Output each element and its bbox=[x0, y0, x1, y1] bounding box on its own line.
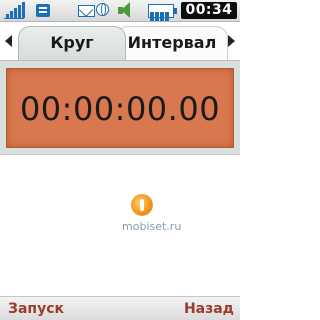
signal-icon bbox=[4, 2, 26, 19]
tab-bar: Круг Интервал bbox=[0, 23, 240, 60]
back-button[interactable]: Назад bbox=[184, 299, 234, 319]
softkey-bar: Запуск Назад bbox=[0, 296, 240, 320]
timer-value: 00:00:00.00 bbox=[19, 90, 221, 128]
tab-interval[interactable]: Интервал bbox=[116, 26, 228, 60]
status-bar: 00:34 bbox=[0, 0, 240, 22]
tab-lap[interactable]: Круг bbox=[18, 26, 126, 60]
sim-icon bbox=[36, 4, 50, 17]
timer-display: 00:00:00.00 bbox=[6, 68, 234, 148]
speaker-icon bbox=[118, 2, 134, 19]
right-arrow-icon[interactable] bbox=[228, 35, 235, 47]
clock: 00:34 bbox=[181, 2, 237, 19]
left-arrow-icon[interactable] bbox=[5, 35, 12, 47]
stopwatch-panel: 00:00:00.00 bbox=[0, 60, 240, 155]
watermark-text: mobiset.ru bbox=[122, 220, 182, 233]
watermark-logo-icon bbox=[131, 194, 153, 216]
globe-icon bbox=[96, 3, 109, 16]
lap-list-area bbox=[0, 156, 240, 296]
message-icon bbox=[78, 5, 95, 17]
start-button[interactable]: Запуск bbox=[8, 299, 64, 319]
battery-icon bbox=[148, 4, 177, 21]
